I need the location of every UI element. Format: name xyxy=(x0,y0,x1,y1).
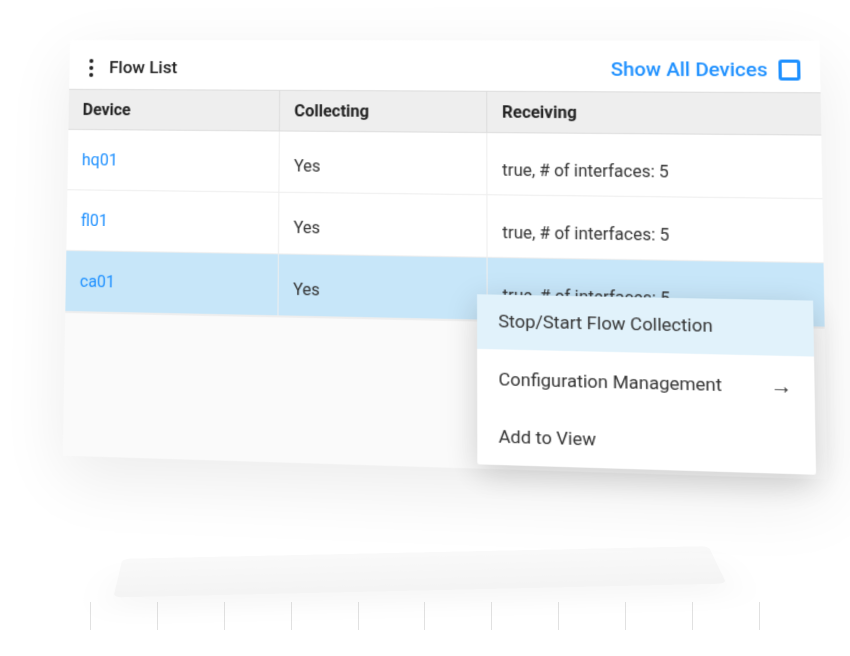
cell-receiving: true, # of interfaces: 5 xyxy=(487,133,822,198)
menu-item-stop-start[interactable]: Stop/Start Flow Collection xyxy=(477,294,814,356)
cell-collecting: Yes xyxy=(279,193,488,257)
table-row[interactable]: hq01 Yes true, # of interfaces: 5 xyxy=(67,130,822,199)
menu-item-label: Add to View xyxy=(499,427,597,451)
show-all-devices-toggle[interactable]: Show All Devices xyxy=(611,57,801,82)
arrow-right-icon: → xyxy=(770,373,793,401)
cell-device: fl01 xyxy=(66,190,279,253)
cell-collecting: Yes xyxy=(278,254,487,319)
cell-collecting: Yes xyxy=(279,131,487,194)
panel-title: Flow List xyxy=(109,58,177,78)
menu-item-config-management[interactable]: Configuration Management → xyxy=(477,349,815,418)
flow-list-panel: Flow List Show All Devices Device Collec… xyxy=(63,40,828,480)
cell-device: hq01 xyxy=(67,130,279,192)
header-left: Flow List xyxy=(87,56,177,78)
keyboard-decor xyxy=(113,546,726,597)
device-link[interactable]: fl01 xyxy=(81,211,108,231)
cell-device: ca01 xyxy=(65,251,279,315)
kebab-menu-icon[interactable] xyxy=(87,56,95,78)
menu-item-add-to-view[interactable]: Add to View xyxy=(477,409,816,475)
cell-receiving: true, # of interfaces: 5 xyxy=(487,195,823,262)
col-header-receiving[interactable]: Receiving xyxy=(487,92,821,135)
menu-item-label: Configuration Management xyxy=(498,369,722,396)
col-header-collecting[interactable]: Collecting xyxy=(280,91,487,132)
ruler-decor xyxy=(90,602,760,632)
panel-header: Flow List Show All Devices xyxy=(69,40,820,92)
table-header-row: Device Collecting Receiving xyxy=(68,89,821,136)
device-link[interactable]: hq01 xyxy=(82,150,118,170)
show-all-checkbox[interactable] xyxy=(778,59,800,80)
show-all-label: Show All Devices xyxy=(611,57,768,81)
context-menu: Stop/Start Flow Collection Configuration… xyxy=(477,294,816,475)
device-link[interactable]: ca01 xyxy=(80,271,115,291)
menu-item-label: Stop/Start Flow Collection xyxy=(498,311,712,337)
col-header-device[interactable]: Device xyxy=(68,90,280,131)
